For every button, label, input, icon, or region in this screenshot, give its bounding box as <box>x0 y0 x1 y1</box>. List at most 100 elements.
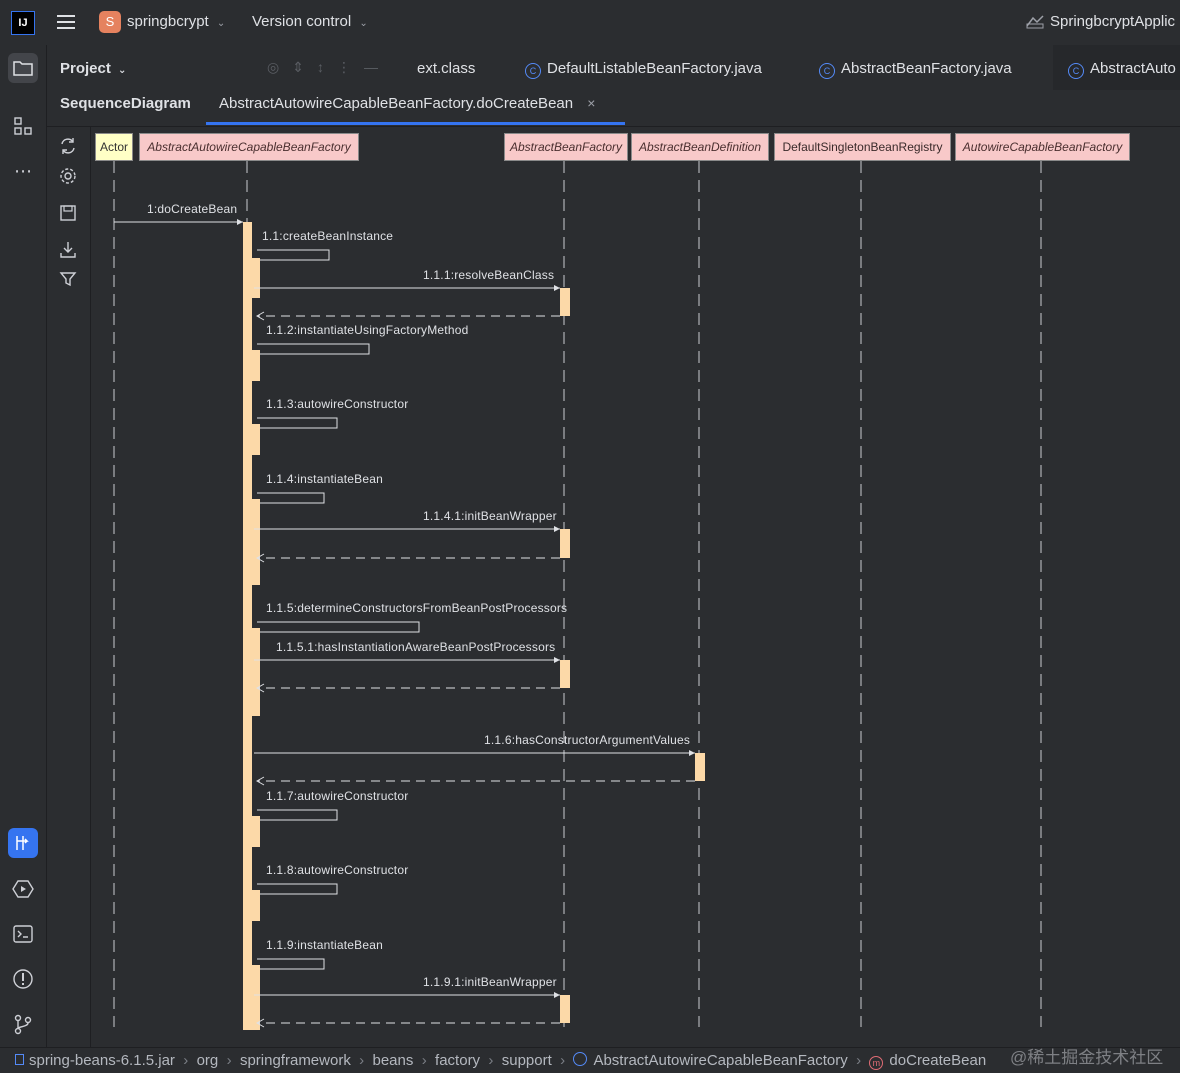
sequence-diagram-svg <box>113 161 1042 1030</box>
run-config-selector[interactable]: SpringbcryptApplic <box>1050 13 1175 30</box>
breadcrumb-item[interactable]: factory <box>435 1052 480 1069</box>
breadcrumb-item[interactable]: org <box>197 1052 219 1069</box>
self-call-arrow <box>257 343 370 355</box>
lifeline-box[interactable]: AbstractBeanDefinition <box>631 133 769 161</box>
message-label[interactable]: 1.1.6:hasConstructorArgumentValues <box>484 733 690 747</box>
breadcrumb-item[interactable]: beans <box>373 1052 414 1069</box>
message-label[interactable]: 1.1.1:resolveBeanClass <box>423 268 554 282</box>
arrowhead <box>554 992 560 998</box>
project-panel-title[interactable]: Project ⌄ <box>60 60 126 77</box>
lifeline-box[interactable]: Actor <box>95 133 133 161</box>
title-bar: IJ S springbcrypt ⌄ Version control ⌄ Sp… <box>0 0 1180 45</box>
arrowhead <box>554 285 560 291</box>
tab-file-0[interactable]: ext.class <box>417 60 475 77</box>
watermark: @稀土掘金技术社区 <box>1010 1048 1164 1067</box>
self-call-arrow <box>257 958 325 970</box>
breadcrumb-item[interactable]: support <box>502 1052 552 1069</box>
structure-icon[interactable] <box>8 111 38 141</box>
project-panel-label: Project <box>60 60 111 77</box>
breadcrumb: spring-beans-6.1.5.jar › org › springfra… <box>0 1047 1180 1073</box>
settings-gear-icon[interactable] <box>58 166 78 191</box>
message-label[interactable]: 1.1.2:instantiateUsingFactoryMethod <box>266 323 468 337</box>
project-badge[interactable]: S <box>99 11 121 33</box>
message-label[interactable]: 1.1.5.1:hasInstantiationAwareBeanPostPro… <box>276 640 555 654</box>
chevron-right-icon: › <box>413 1052 436 1069</box>
chevron-right-icon: › <box>551 1052 574 1069</box>
message-label[interactable]: 1:doCreateBean <box>147 202 237 216</box>
project-selector[interactable]: springbcrypt ⌄ <box>127 13 225 30</box>
close-icon[interactable]: × <box>587 95 595 111</box>
activation-bar <box>252 816 260 847</box>
export-icon[interactable] <box>58 240 78 265</box>
message-label[interactable]: 1.1.4.1:initBeanWrapper <box>423 509 557 523</box>
sequence-diagram-icon[interactable] <box>8 828 38 858</box>
tab-sequence-diagram[interactable]: AbstractAutowireCapableBeanFactory.doCre… <box>219 95 595 112</box>
activation-bar <box>560 529 570 558</box>
tab-file-label: AbstractBeanFactory.java <box>841 60 1012 77</box>
activation-bar <box>243 222 252 1030</box>
problems-icon[interactable] <box>8 964 38 994</box>
message-label[interactable]: 1.1.8:autowireConstructor <box>266 863 408 877</box>
filter-icon[interactable] <box>58 269 78 294</box>
message-label[interactable]: 1.1:createBeanInstance <box>262 229 393 243</box>
lifeline-box[interactable]: AbstractBeanFactory <box>504 133 628 161</box>
tab-sequence-label: AbstractAutowireCapableBeanFactory.doCre… <box>219 95 574 112</box>
message-label[interactable]: 1.1.9.1:initBeanWrapper <box>423 975 557 989</box>
activation-bar <box>252 890 260 921</box>
arrowhead <box>237 219 243 225</box>
tab-file-1[interactable]: C DefaultListableBeanFactory.java <box>525 60 762 79</box>
java-class-icon: C <box>525 63 541 79</box>
terminal-icon[interactable] <box>8 919 38 949</box>
self-call-arrow <box>257 883 338 895</box>
main-menu-icon[interactable] <box>56 13 76 31</box>
tab-file-label: ext.class <box>417 60 476 77</box>
save-icon[interactable] <box>58 203 78 228</box>
activation-bar <box>252 965 260 1030</box>
active-tab-indicator <box>206 122 625 125</box>
message-label[interactable]: 1.1.5:determineConstructorsFromBeanPostP… <box>266 601 567 615</box>
tab-file-3[interactable]: C AbstractAuto <box>1053 45 1180 90</box>
message-label[interactable]: 1.1.9:instantiateBean <box>266 938 383 952</box>
git-icon[interactable] <box>8 1009 38 1039</box>
message-label[interactable]: 1.1.3:autowireConstructor <box>266 397 408 411</box>
vcs-label: Version control <box>252 13 352 30</box>
diagram-toolbar <box>47 127 91 1047</box>
breadcrumb-item[interactable]: doCreateBean <box>889 1052 986 1069</box>
panel-actions-icons: ◎⇕↕⋮— <box>267 59 391 75</box>
arrowhead <box>554 657 560 663</box>
activation-bar <box>560 995 570 1023</box>
activation-bar <box>252 424 260 455</box>
activation-bar <box>695 753 705 781</box>
activation-bar <box>252 499 260 585</box>
self-call-arrow <box>257 809 338 821</box>
message-label[interactable]: 1.1.7:autowireConstructor <box>266 789 408 803</box>
lifeline-box[interactable]: DefaultSingletonBeanRegistry <box>774 133 951 161</box>
activation-bar <box>252 258 260 298</box>
left-tool-strip: ⋯ <box>0 45 47 1047</box>
message-label[interactable]: 1.1.4:instantiateBean <box>266 472 383 486</box>
lifeline-box[interactable]: AbstractAutowireCapableBeanFactory <box>139 133 359 161</box>
breadcrumb-item[interactable]: springframework <box>240 1052 351 1069</box>
activation-bar <box>252 628 260 716</box>
method-icon: m <box>869 1056 884 1070</box>
breadcrumb-item[interactable]: AbstractAutowireCapableBeanFactory <box>593 1052 847 1069</box>
self-call-arrow <box>257 621 420 633</box>
lifeline-box[interactable]: AutowireCapableBeanFactory <box>955 133 1130 161</box>
java-class-icon <box>573 1052 588 1066</box>
refresh-icon[interactable] <box>58 136 78 161</box>
app-logo-icon[interactable]: IJ <box>11 11 35 35</box>
tab-file-label: AbstractAuto <box>1090 60 1176 77</box>
more-tools-icon[interactable]: ⋯ <box>8 156 38 186</box>
run-config-icon <box>1025 14 1045 35</box>
project-folder-icon[interactable] <box>8 53 38 83</box>
tab-file-label: DefaultListableBeanFactory.java <box>547 60 762 77</box>
services-icon[interactable] <box>8 874 38 904</box>
chevron-down-icon: ⌄ <box>359 18 368 29</box>
java-class-icon: C <box>819 63 835 79</box>
vcs-selector[interactable]: Version control ⌄ <box>252 13 368 30</box>
java-class-icon: C <box>1068 63 1084 79</box>
self-call-arrow <box>257 492 325 504</box>
breadcrumb-item[interactable]: spring-beans-6.1.5.jar <box>29 1052 175 1069</box>
tab-file-2[interactable]: C AbstractBeanFactory.java <box>819 60 1012 79</box>
chevron-down-icon: ⌄ <box>118 65 127 76</box>
